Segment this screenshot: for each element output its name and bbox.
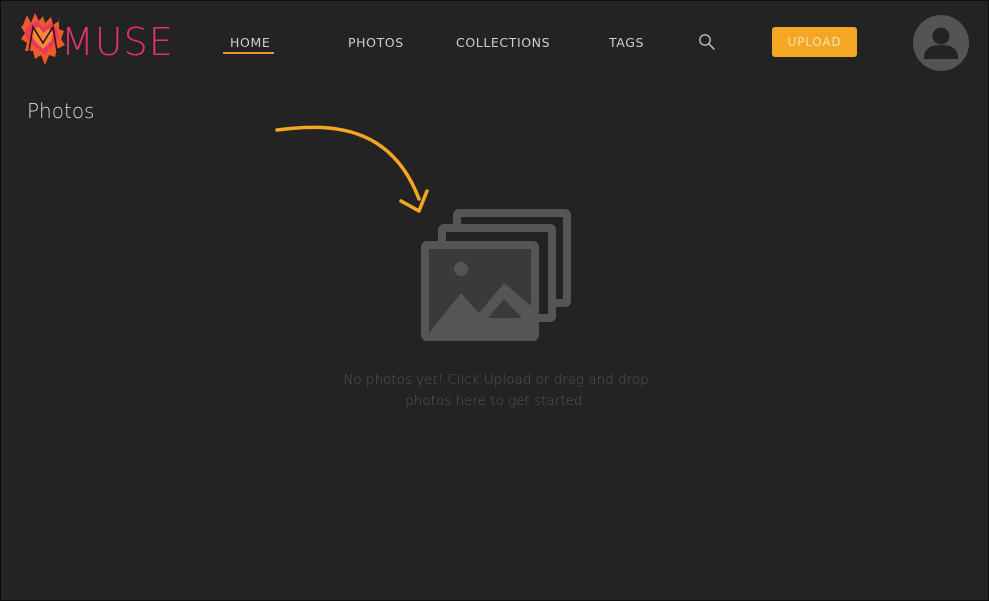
upload-button[interactable]: UPLOAD — [772, 27, 857, 57]
photo-stack-icon — [421, 209, 571, 341]
user-avatar-icon[interactable] — [913, 15, 969, 71]
nav-collections[interactable]: COLLECTIONS — [456, 35, 550, 51]
empty-state-message: No photos yet! Click Upload or drag and … — [343, 372, 649, 409]
app-name: MUSE — [61, 20, 174, 64]
app-window: MUSE HOME PHOTOS COLLECTIONS TAGS UPLOAD… — [0, 0, 989, 601]
nav-active-indicator — [223, 52, 274, 54]
curved-arrow-icon — [275, 125, 429, 213]
search-icon[interactable] — [698, 33, 716, 51]
nav-home[interactable]: HOME — [230, 35, 270, 51]
nav-tags[interactable]: TAGS — [609, 35, 644, 51]
page-title: Photos — [27, 99, 95, 123]
heart-splash-logo-icon — [21, 13, 65, 65]
nav-photos[interactable]: PHOTOS — [348, 35, 404, 51]
muse-logo[interactable]: MUSE — [21, 11, 173, 71]
